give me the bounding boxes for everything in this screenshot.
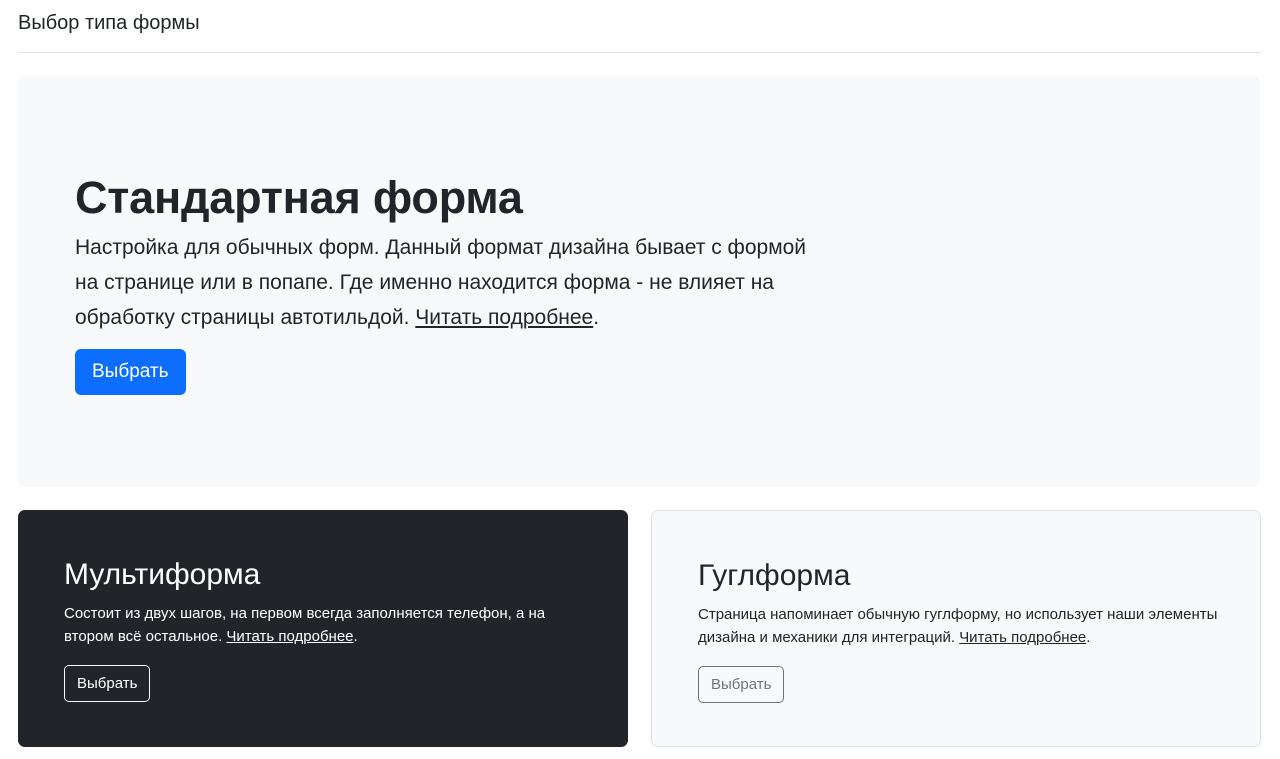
- page-title: Выбор типа формы: [18, 11, 200, 34]
- standard-form-read-more-link[interactable]: Читать подробнее: [415, 306, 593, 329]
- googleform-card: Гуглформа Страница напоминает обычную гу…: [651, 510, 1261, 747]
- standard-form-description-end: .: [593, 306, 600, 329]
- page: Выбор типа формы Стандартная форма Настр…: [0, 0, 1280, 759]
- standard-form-select-button[interactable]: Выбрать: [75, 349, 186, 395]
- standard-form-section: Стандартная форма Настройка для обычных …: [18, 76, 1260, 487]
- googleform-description-end: .: [1086, 629, 1091, 646]
- googleform-title: Гуглформа: [698, 559, 851, 592]
- googleform-read-more-link[interactable]: Читать подробнее: [959, 629, 1086, 646]
- multiform-description: Состоит из двух шагов, на первом всегда …: [64, 602, 584, 648]
- multiform-title: Мультиформа: [64, 558, 261, 591]
- googleform-description: Страница напоминает обычную гуглформу, н…: [698, 603, 1218, 649]
- googleform-description-text: Страница напоминает обычную гуглформу, н…: [698, 606, 1218, 646]
- multiform-card: Мультиформа Состоит из двух шагов, на пе…: [18, 510, 628, 747]
- standard-form-title: Стандартная форма: [75, 172, 523, 223]
- page-header: Выбор типа формы: [18, 0, 1260, 53]
- standard-form-description: Настройка для обычных форм. Данный форма…: [75, 230, 815, 335]
- multiform-description-end: .: [353, 628, 358, 645]
- multiform-read-more-link[interactable]: Читать подробнее: [226, 628, 353, 645]
- multiform-select-button[interactable]: Выбрать: [64, 665, 151, 702]
- form-type-cards: Мультиформа Состоит из двух шагов, на пе…: [18, 510, 1261, 747]
- googleform-select-button[interactable]: Выбрать: [698, 666, 785, 703]
